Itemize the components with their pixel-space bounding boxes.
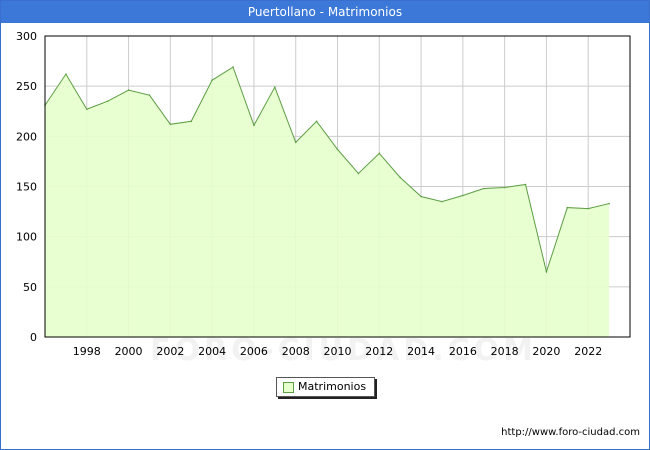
data-point (524, 183, 527, 186)
data-point (545, 270, 548, 273)
data-point (106, 100, 109, 103)
data-point (503, 186, 506, 189)
x-tick-label: 2006 (240, 345, 268, 358)
data-point (420, 195, 422, 198)
x-tick-label: 2020 (532, 345, 560, 358)
legend-label: Matrimonios (298, 380, 367, 393)
data-point (336, 148, 339, 151)
legend: Matrimonios (276, 377, 375, 397)
y-tick-label: 50 (23, 281, 37, 294)
data-point (65, 73, 67, 75)
data-point (211, 79, 213, 81)
x-tick-label: 2014 (407, 345, 435, 358)
data-point (378, 152, 381, 155)
data-point (462, 194, 464, 197)
x-tick-label: 2016 (449, 345, 477, 358)
data-point (274, 86, 276, 88)
data-point (85, 108, 88, 111)
y-tick-label: 0 (30, 331, 37, 344)
data-point (232, 66, 234, 68)
data-point (190, 120, 193, 123)
data-point (127, 89, 130, 91)
y-tick-label: 150 (16, 181, 37, 194)
data-point (482, 187, 485, 190)
data-point (441, 200, 443, 203)
x-tick-label: 2004 (198, 345, 226, 358)
y-tick-label: 250 (16, 80, 37, 93)
y-tick-label: 100 (16, 231, 37, 244)
x-tick-label: 2002 (156, 345, 184, 358)
data-point (608, 202, 610, 205)
y-tick-label: 300 (16, 30, 37, 43)
y-tick-label: 200 (16, 130, 37, 143)
source-url: http://www.foro-ciudad.com (501, 427, 640, 438)
x-tick-label: 2018 (491, 345, 519, 358)
data-point (399, 176, 401, 179)
x-tick-label: 2022 (574, 345, 602, 358)
data-point (253, 124, 255, 127)
data-point (169, 123, 172, 126)
data-point (587, 207, 590, 210)
data-point (294, 141, 297, 144)
data-point (566, 206, 569, 209)
data-point (357, 172, 360, 175)
x-tick-label: 2010 (324, 345, 352, 358)
x-tick-label: 2008 (282, 345, 310, 358)
legend-swatch (283, 382, 294, 393)
x-tick-label: 2000 (115, 345, 143, 358)
data-point (315, 120, 318, 123)
data-point (148, 94, 151, 96)
x-tick-label: 1998 (73, 345, 101, 358)
x-tick-label: 2012 (365, 345, 393, 358)
